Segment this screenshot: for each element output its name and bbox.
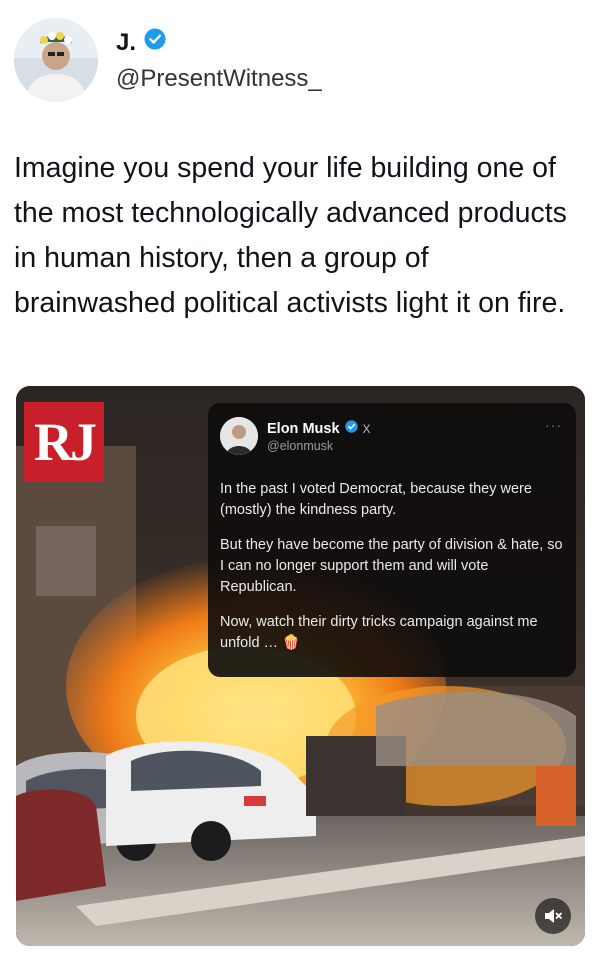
verified-badge-icon [344,420,358,437]
tweet-header: J. @PresentWitness_ [14,18,574,102]
more-options-icon: ··· [545,417,562,433]
verified-badge-icon [144,28,166,57]
tweet-media-video[interactable]: RJ Elon Musk X @elonmusk ··· In the past… [16,386,585,946]
author-handle[interactable]: @PresentWitness_ [116,65,322,93]
profile-avatar[interactable] [14,18,98,102]
embedded-post-text: In the past I voted Democrat, because th… [220,479,565,654]
embedded-avatar [220,417,258,455]
display-name-text[interactable]: J. [116,29,136,57]
tweet-text: Imagine you spend your life building one… [14,152,567,319]
embedded-display-name-text: Elon Musk [267,420,340,437]
display-name[interactable]: J. [116,28,322,57]
embedded-handle: @elonmusk [267,439,334,453]
embedded-paragraph: Now, watch their dirty tricks campaign a… [220,614,538,651]
embedded-paragraph: But they have become the party of divisi… [220,537,563,595]
mute-button[interactable] [535,898,571,934]
embedded-paragraph: In the past I voted Democrat, because th… [220,481,532,518]
rj-logo: RJ [24,402,104,482]
x-logo-icon: X [362,421,371,436]
mute-icon [545,909,562,923]
embedded-display-name: Elon Musk X [267,420,371,437]
embedded-post-card: Elon Musk X @elonmusk ··· In the past I … [208,403,576,677]
